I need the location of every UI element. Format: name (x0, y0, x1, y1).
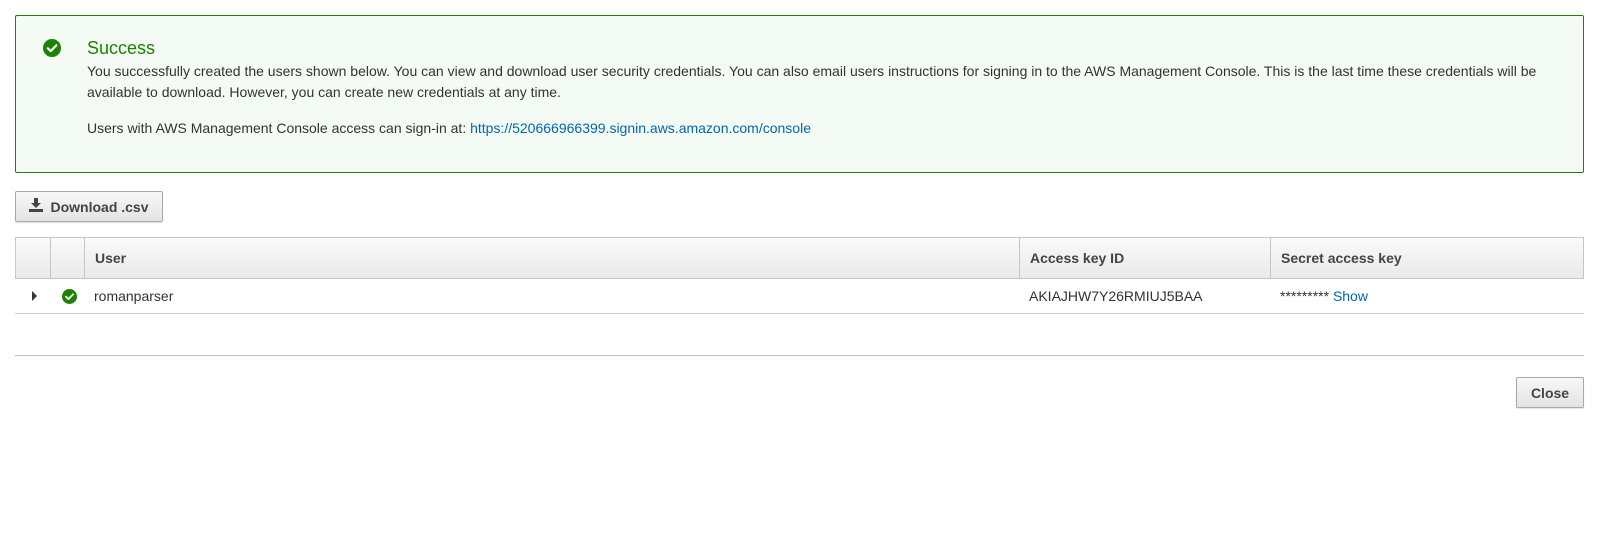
user-name-cell: romanparser (94, 288, 174, 304)
alert-message: You successfully created the users shown… (87, 63, 1537, 100)
alert-body: You successfully created the users shown… (87, 61, 1557, 139)
secret-access-key-cell: ********* Show (1270, 279, 1582, 313)
download-icon (29, 198, 44, 212)
download-csv-label: Download .csv (50, 198, 149, 215)
header-status-col (51, 238, 85, 278)
signin-line: Users with AWS Management Console access… (87, 118, 1557, 139)
table-header: User Access key ID Secret access key (15, 237, 1584, 279)
header-secret-access-key[interactable]: Secret access key (1271, 238, 1583, 278)
access-key-id-cell: AKIAJHW7Y26RMIUJ5BAA (1029, 288, 1203, 304)
header-expand-col (16, 238, 51, 278)
show-secret-link[interactable]: Show (1333, 288, 1368, 304)
alert-title: Success (87, 38, 156, 58)
check-circle-icon (43, 39, 61, 57)
expand-row-caret-icon[interactable] (32, 291, 37, 301)
table-row: romanparser AKIAJHW7Y26RMIUJ5BAA *******… (15, 279, 1584, 314)
download-csv-button[interactable]: Download .csv (15, 191, 163, 222)
secret-masked-value: ********* (1280, 288, 1330, 304)
success-alert: Success You successfully created the use… (15, 15, 1584, 173)
divider (15, 355, 1584, 356)
header-user[interactable]: User (85, 238, 1020, 278)
signin-prefix: Users with AWS Management Console access… (87, 120, 471, 136)
check-circle-icon (62, 289, 77, 304)
users-credentials-table: User Access key ID Secret access key rom… (15, 237, 1584, 314)
header-access-key-id[interactable]: Access key ID (1020, 238, 1271, 278)
signin-url-link[interactable]: https://520666966399.signin.aws.amazon.c… (470, 120, 811, 136)
close-button[interactable]: Close (1516, 377, 1584, 408)
